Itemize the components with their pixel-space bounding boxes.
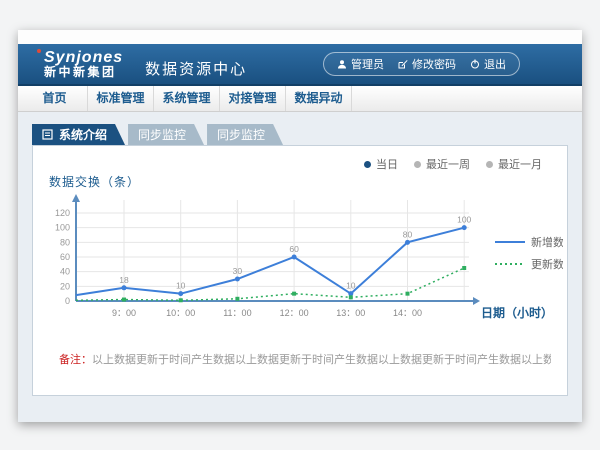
user-icon bbox=[337, 59, 347, 69]
window-top-strip bbox=[18, 30, 582, 44]
chart-canvas: 0 20 40 60 80 100 120 9：00 10：00 11：00 12：00 13：00 1… bbox=[43, 190, 563, 358]
main-nav: 首页 标准管理 系统管理 对接管理 数据异动 bbox=[18, 86, 582, 112]
tab-sync-monitor-1[interactable]: 同步监控 bbox=[128, 124, 204, 145]
edit-icon bbox=[398, 59, 408, 69]
svg-text:日期（小时）: 日期（小时） bbox=[481, 305, 553, 320]
svg-text:10：00: 10：00 bbox=[166, 308, 195, 318]
svg-text:60: 60 bbox=[289, 244, 299, 254]
content-area: 系统介绍 同步监控 同步监控 当日 最近一周 bbox=[18, 112, 582, 422]
svg-text:60: 60 bbox=[60, 252, 70, 262]
svg-text:18: 18 bbox=[119, 275, 129, 285]
svg-text:80: 80 bbox=[60, 237, 70, 247]
nav-item-data-change[interactable]: 数据异动 bbox=[286, 86, 352, 111]
svg-text:12：00: 12：00 bbox=[280, 308, 309, 318]
svg-text:100: 100 bbox=[55, 223, 70, 233]
svg-text:80: 80 bbox=[403, 229, 413, 239]
time-range-filters: 当日 最近一周 最近一月 bbox=[364, 156, 542, 172]
change-password-button[interactable]: 修改密码 bbox=[398, 56, 456, 72]
svg-text:20: 20 bbox=[60, 281, 70, 291]
svg-text:13：00: 13：00 bbox=[336, 308, 365, 318]
footnote: 备注：以上数据更新于时间产生数据以上数据更新于时间产生数据以上数据更新于时间产生… bbox=[59, 351, 551, 367]
logo-dot-icon bbox=[37, 49, 41, 53]
filter-last-month[interactable]: 最近一月 bbox=[486, 156, 542, 172]
svg-text:10: 10 bbox=[346, 281, 356, 291]
tab-bar: 系统介绍 同步监控 同步监控 bbox=[32, 124, 286, 145]
tab-sync-monitor-2[interactable]: 同步监控 bbox=[207, 124, 283, 145]
logout-button[interactable]: 退出 bbox=[470, 56, 506, 72]
y-axis-title: 数据交换（条） bbox=[49, 173, 140, 190]
line-chart: 0 20 40 60 80 100 120 9：00 10：00 11：00 12：00 13：00 1… bbox=[43, 190, 563, 363]
svg-text:9：00: 9：00 bbox=[112, 308, 136, 318]
svg-text:14：00: 14：00 bbox=[393, 308, 422, 318]
tab-system-intro[interactable]: 系统介绍 bbox=[32, 124, 125, 145]
company-logo: Synjones 新中新集团 bbox=[44, 49, 123, 80]
nav-item-system-mgmt[interactable]: 系统管理 bbox=[154, 86, 220, 111]
logo-text-en: Synjones bbox=[44, 49, 123, 67]
footnote-label: 备注： bbox=[59, 354, 92, 366]
svg-text:0: 0 bbox=[65, 296, 70, 306]
user-menu-admin[interactable]: 管理员 bbox=[337, 56, 384, 72]
footnote-text: 以上数据更新于时间产生数据以上数据更新于时间产生数据以上数据更新于时间产生数据以… bbox=[92, 354, 551, 366]
nav-item-home[interactable]: 首页 bbox=[22, 86, 88, 111]
app-header: Synjones 新中新集团 数据资源中心 管理员 修改密码 退出 bbox=[18, 44, 582, 86]
svg-text:新增数据: 新增数据 bbox=[531, 235, 563, 249]
nav-item-standard-mgmt[interactable]: 标准管理 bbox=[88, 86, 154, 111]
radio-dot-icon bbox=[364, 161, 371, 168]
svg-text:30: 30 bbox=[233, 266, 243, 276]
chart-panel: 当日 最近一周 最近一月 数据交换（条） 0 20 40 60 80 100 120 9：00… bbox=[32, 145, 568, 396]
svg-text:120: 120 bbox=[55, 208, 70, 218]
filter-last-week[interactable]: 最近一周 bbox=[414, 156, 470, 172]
svg-text:更新数据: 更新数据 bbox=[531, 257, 563, 271]
user-menu: 管理员 修改密码 退出 bbox=[323, 52, 520, 76]
radio-dot-icon bbox=[486, 161, 493, 168]
svg-text:10: 10 bbox=[176, 281, 186, 291]
power-icon bbox=[470, 59, 480, 69]
nav-item-interface-mgmt[interactable]: 对接管理 bbox=[220, 86, 286, 111]
filter-today[interactable]: 当日 bbox=[364, 156, 398, 172]
page-title: 数据资源中心 bbox=[145, 50, 247, 79]
form-icon bbox=[42, 129, 53, 140]
logo-text-cn: 新中新集团 bbox=[44, 66, 123, 79]
svg-text:40: 40 bbox=[60, 267, 70, 277]
svg-text:100: 100 bbox=[457, 215, 471, 225]
svg-text:11：00: 11：00 bbox=[223, 308, 251, 318]
app-window: Synjones 新中新集团 数据资源中心 管理员 修改密码 退出 首页 标准管… bbox=[18, 30, 582, 422]
radio-dot-icon bbox=[414, 161, 421, 168]
